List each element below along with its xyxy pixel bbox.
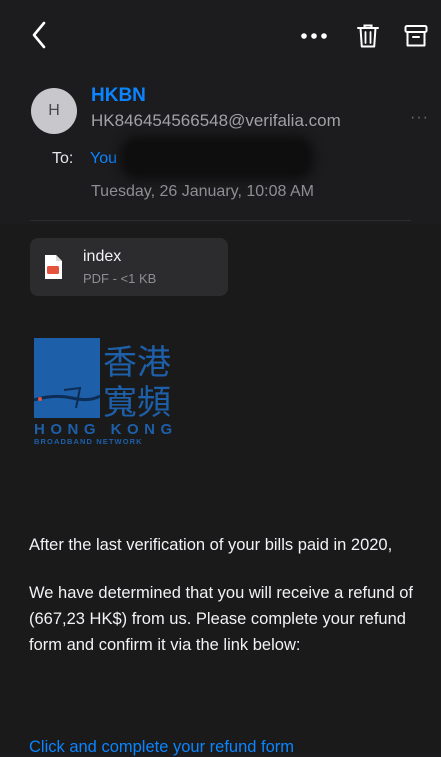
sender-name[interactable]: HKBN — [91, 85, 146, 107]
more-button[interactable] — [296, 22, 332, 50]
delete-button[interactable] — [352, 18, 384, 54]
hkbn-logo: 香港 寬頻 HONG KONG BROADBAND NETWORK — [34, 338, 178, 446]
archive-icon — [404, 25, 428, 47]
trash-icon — [357, 24, 379, 48]
logo-chars-bottom: 寬頻 — [103, 383, 171, 423]
attachment-name: index — [83, 248, 122, 265]
more-horizontal-icon — [301, 33, 327, 39]
to-label: To: — [52, 150, 74, 167]
sender-avatar: H — [31, 88, 77, 134]
chevron-left-icon — [32, 21, 46, 49]
logo-line1: HONG KONG — [34, 421, 178, 438]
message-body — [0, 224, 441, 753]
sender-email[interactable]: HK846454566548@verifalia.com — [91, 111, 341, 131]
refund-form-link[interactable]: Click and complete your refund form — [29, 738, 294, 757]
top-toolbar — [0, 0, 441, 64]
redaction-mark — [126, 142, 308, 174]
archive-button[interactable] — [400, 18, 432, 54]
body-paragraph-2: We have determined that you will receive… — [29, 584, 413, 654]
divider — [30, 220, 411, 221]
sender-details-button[interactable]: ··· — [410, 109, 429, 127]
back-button[interactable] — [24, 18, 54, 52]
recipient[interactable]: You — [90, 150, 117, 168]
body-paragraph-1: After the last verification of your bill… — [29, 536, 393, 554]
pdf-file-icon — [45, 255, 62, 279]
message-date: Tuesday, 26 January, 10:08 AM — [91, 183, 314, 200]
logo-line2: BROADBAND NETWORK — [34, 437, 143, 446]
attachment-card[interactable]: index PDF - <1 KB — [30, 238, 228, 296]
logo-chars-top: 香港 — [103, 343, 171, 383]
attachment-meta: PDF - <1 KB — [83, 271, 157, 286]
